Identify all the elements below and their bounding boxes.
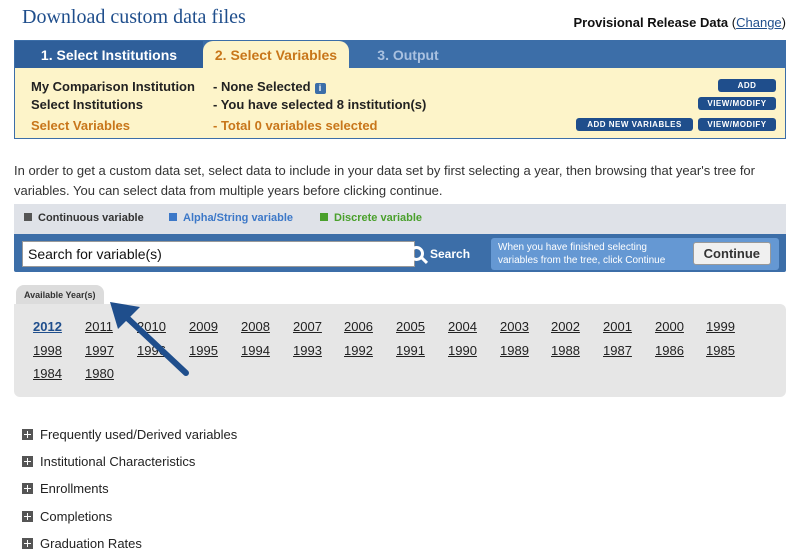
- expand-plus-icon[interactable]: [22, 538, 33, 549]
- year-link[interactable]: 1998: [33, 343, 62, 358]
- tree-item-institutional-characteristics[interactable]: Institutional Characteristics: [22, 454, 195, 469]
- legend-alpha-string: Alpha/String variable: [169, 212, 293, 224]
- year-link[interactable]: 2000: [655, 319, 684, 334]
- legend-discrete-label: Discrete variable: [334, 212, 423, 224]
- year-link[interactable]: 2002: [551, 319, 580, 334]
- variables-label: Select Variables: [31, 118, 131, 133]
- tree-item-label: Graduation Rates: [40, 536, 142, 551]
- legend-alpha-swatch: [169, 213, 177, 221]
- year-link[interactable]: 1986: [655, 343, 684, 358]
- year-link[interactable]: 1991: [396, 343, 425, 358]
- info-icon[interactable]: i: [314, 83, 326, 94]
- continue-hint-box: When you have finished selecting variabl…: [491, 238, 779, 270]
- year-link[interactable]: 1985: [706, 343, 735, 358]
- tree-item-frequently-used[interactable]: Frequently used/Derived variables: [22, 427, 237, 442]
- legend-continuous-swatch: [24, 213, 32, 221]
- view-modify-variables-button[interactable]: VIEW/MODIFY: [698, 118, 776, 131]
- search-button-label: Search: [430, 247, 471, 261]
- tab-select-institutions[interactable]: 1. Select Institutions: [15, 41, 203, 68]
- legend-continuous: Continuous variable: [24, 212, 144, 224]
- year-link[interactable]: 1992: [344, 343, 373, 358]
- tree-item-label: Completions: [40, 509, 113, 524]
- year-link[interactable]: 1989: [500, 343, 529, 358]
- year-link[interactable]: 1987: [603, 343, 632, 358]
- tree-item-enrollments[interactable]: Enrollments: [22, 481, 109, 496]
- change-wrapper: (Change): [731, 15, 786, 30]
- continue-hint-text: When you have finished selecting variabl…: [498, 242, 666, 266]
- tab-bar: 1. Select Institutions 2. Select Variabl…: [15, 41, 785, 68]
- year-link[interactable]: 1994: [241, 343, 270, 358]
- wizard-panel: 1. Select Institutions 2. Select Variabl…: [14, 40, 786, 139]
- tree-item-completions[interactable]: Completions: [22, 509, 112, 524]
- year-link[interactable]: 1988: [551, 343, 580, 358]
- year-link[interactable]: 2005: [396, 319, 425, 334]
- year-link[interactable]: 1990: [448, 343, 477, 358]
- release-label: Provisional Release Data: [573, 15, 729, 30]
- continue-button[interactable]: Continue: [692, 242, 771, 265]
- page-title: Download custom data files: [22, 6, 246, 28]
- tree-item-label: Frequently used/Derived variables: [40, 427, 238, 442]
- change-link[interactable]: Change: [736, 15, 782, 30]
- search-icon: [409, 246, 424, 261]
- tree-item-label: Institutional Characteristics: [40, 454, 196, 469]
- institutions-value: - You have selected 8 institution(s): [213, 97, 427, 112]
- year-link[interactable]: 2001: [603, 319, 632, 334]
- release-info: Provisional Release Data (Change): [574, 15, 787, 30]
- legend-discrete-swatch: [320, 213, 328, 221]
- tab-output[interactable]: 3. Output: [349, 41, 467, 68]
- view-modify-institutions-button[interactable]: VIEW/MODIFY: [698, 97, 776, 110]
- variable-search-input[interactable]: [22, 241, 415, 267]
- comparison-value: - None Selected i: [213, 79, 326, 94]
- year-link[interactable]: 2004: [448, 319, 477, 334]
- tab-select-variables[interactable]: 2. Select Variables: [203, 41, 349, 68]
- tree-item-label: Enrollments: [40, 481, 109, 496]
- search-button[interactable]: Search: [409, 242, 470, 266]
- year-link[interactable]: 2007: [293, 319, 322, 334]
- year-link[interactable]: 2003: [500, 319, 529, 334]
- year-link[interactable]: 1999: [706, 319, 735, 334]
- variables-value: - Total 0 variables selected: [213, 118, 378, 133]
- legend-alpha-label: Alpha/String variable: [183, 212, 294, 224]
- tree-item-graduation-rates[interactable]: Graduation Rates: [22, 536, 142, 551]
- year-link[interactable]: 1993: [293, 343, 322, 358]
- search-panel: Continuous variable Alpha/String variabl…: [14, 204, 786, 272]
- expand-plus-icon[interactable]: [22, 511, 33, 522]
- add-comparison-button[interactable]: ADD: [718, 79, 776, 92]
- expand-plus-icon[interactable]: [22, 456, 33, 467]
- year-link[interactable]: 2006: [344, 319, 373, 334]
- available-years-tab: Available Year(s): [16, 285, 104, 305]
- add-new-variables-button[interactable]: ADD NEW VARIABLES: [576, 118, 693, 131]
- year-link[interactable]: 2012: [33, 319, 62, 334]
- intro-text: In order to get a custom data set, selec…: [14, 163, 755, 198]
- expand-plus-icon[interactable]: [22, 429, 33, 440]
- legend-continuous-label: Continuous variable: [38, 212, 144, 224]
- comparison-label: My Comparison Institution: [31, 79, 195, 94]
- pointer-arrow-icon: [110, 302, 189, 376]
- expand-plus-icon[interactable]: [22, 483, 33, 494]
- variable-legend: Continuous variable Alpha/String variabl…: [14, 204, 786, 234]
- institutions-label: Select Institutions: [31, 97, 143, 112]
- year-link[interactable]: 1984: [33, 366, 62, 381]
- legend-discrete: Discrete variable: [320, 212, 422, 224]
- comparison-value-text: - None Selected: [213, 79, 311, 94]
- year-link[interactable]: 2008: [241, 319, 270, 334]
